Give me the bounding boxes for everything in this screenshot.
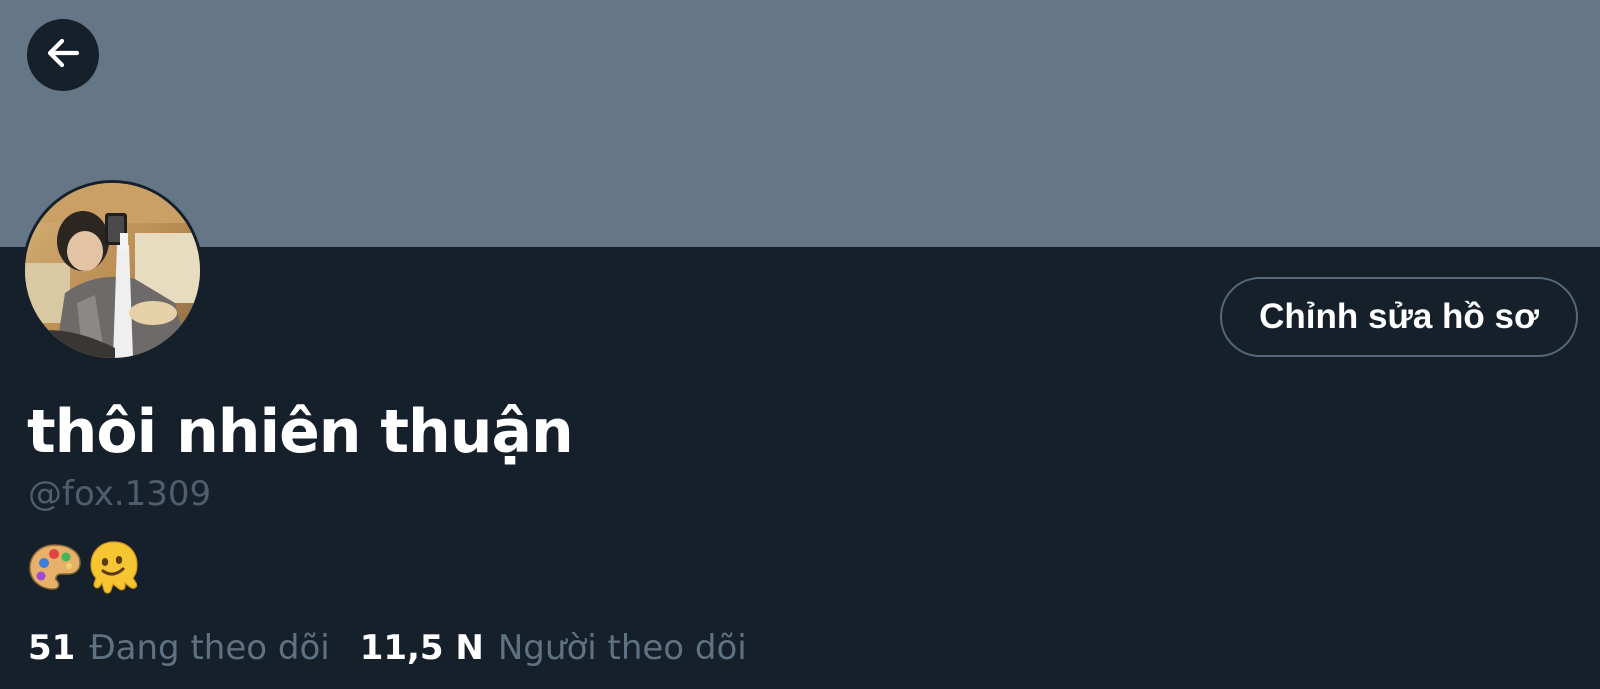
following-label: Đang theo dõi xyxy=(89,628,330,668)
display-name: thôi nhiên thuận xyxy=(27,397,574,467)
following-count: 51 xyxy=(28,628,76,668)
avatar[interactable] xyxy=(22,180,203,361)
edit-profile-button[interactable]: Chỉnh sửa hồ sơ xyxy=(1220,277,1578,357)
profile-photo xyxy=(25,183,200,358)
followers-stat[interactable]: 11,5 N Người theo dõi xyxy=(360,624,747,672)
followers-count: 11,5 N xyxy=(359,628,484,668)
profile-handle: @fox.1309 xyxy=(28,474,212,514)
profile-page: Chỉnh sửa hồ sơ thôi nhiên thuận @fox.13… xyxy=(0,0,1600,689)
profile-stats: 51 Đang theo dõi 11,5 N Người theo dõi xyxy=(28,624,747,672)
back-button[interactable] xyxy=(27,19,99,91)
followers-label: Người theo dõi xyxy=(497,628,747,668)
arrow-left-icon xyxy=(43,33,83,78)
profile-banner xyxy=(0,0,1600,247)
following-stat[interactable]: 51 Đang theo dõi xyxy=(28,624,330,672)
melting-face-icon xyxy=(85,538,143,596)
profile-bio xyxy=(27,538,143,596)
artist-palette-icon xyxy=(27,539,83,595)
